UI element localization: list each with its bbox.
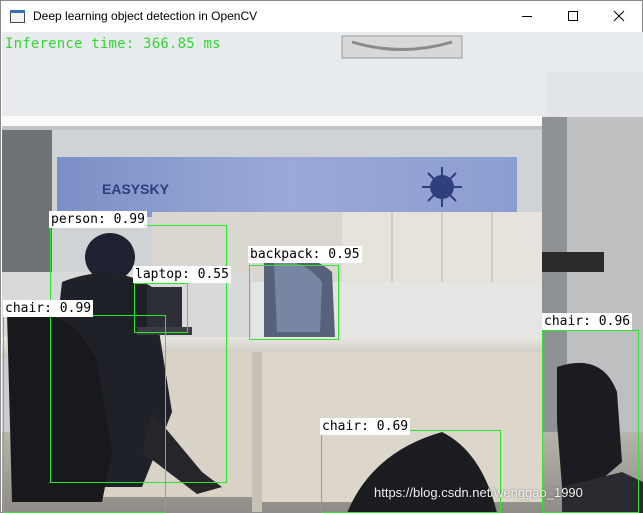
- detection-box-backpack: [249, 265, 339, 340]
- detection-box-chair-center: [321, 430, 501, 513]
- minimize-button[interactable]: [504, 1, 550, 31]
- detection-label-chair-left: chair: 0.99: [3, 300, 94, 317]
- detection-label-laptop: laptop: 0.55: [133, 266, 231, 283]
- maximize-icon: [568, 11, 578, 21]
- inference-time-readout: Inference time: 366.85 ms: [5, 36, 221, 52]
- detection-box-chair-left: [3, 315, 166, 513]
- detection-label-backpack: backpack: 0.95: [248, 246, 362, 263]
- wall-sign-text: EASYSKY: [102, 181, 170, 197]
- minimize-icon: [522, 16, 532, 17]
- title-bar[interactable]: Deep learning object detection in OpenCV: [1, 1, 642, 31]
- maximize-button[interactable]: [550, 1, 596, 31]
- detection-label-chair-center: chair: 0.69: [320, 418, 411, 435]
- detection-label-person: person: 0.99: [49, 211, 147, 228]
- caption-buttons: [504, 1, 642, 31]
- detection-label-chair-right: chair: 0.96: [542, 313, 633, 330]
- close-icon: [613, 10, 625, 22]
- camera-frame: EASYSKY Inference time: 366.85 ms person…: [2, 32, 643, 513]
- app-window-icon: [9, 8, 25, 24]
- close-button[interactable]: [596, 1, 642, 31]
- window-title: Deep learning object detection in OpenCV: [33, 9, 258, 23]
- opencv-window: Deep learning object detection in OpenCV: [0, 0, 643, 513]
- blog-watermark: https://blog.csdn.net/wenggao_1990: [374, 485, 583, 500]
